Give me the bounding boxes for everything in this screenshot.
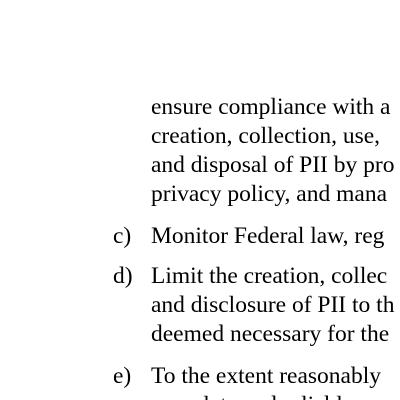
list-item-line: To the extent reasonably: [151, 363, 382, 389]
list-marker: c): [113, 223, 132, 249]
paragraph-line: ensure compliance with a: [151, 94, 391, 120]
list-item-line: and disclosure of PII to th: [151, 292, 395, 318]
list-item-line: deemed necessary for the: [151, 321, 390, 347]
paragraph-line: and disposal of PII by pro: [151, 152, 395, 178]
list-item-line: Monitor Federal law, reg: [151, 223, 385, 249]
paragraph-line: creation, collection, use,: [151, 123, 381, 149]
document-page: ensure compliance with a creation, colle…: [0, 0, 400, 400]
list-marker: e): [113, 363, 132, 389]
paragraph-line: privacy policy, and mana: [151, 181, 387, 207]
list-item-line: Limit the creation, collec: [151, 263, 388, 289]
list-item-line: complete and reliable ...: [151, 391, 377, 400]
list-marker: d): [113, 263, 133, 289]
